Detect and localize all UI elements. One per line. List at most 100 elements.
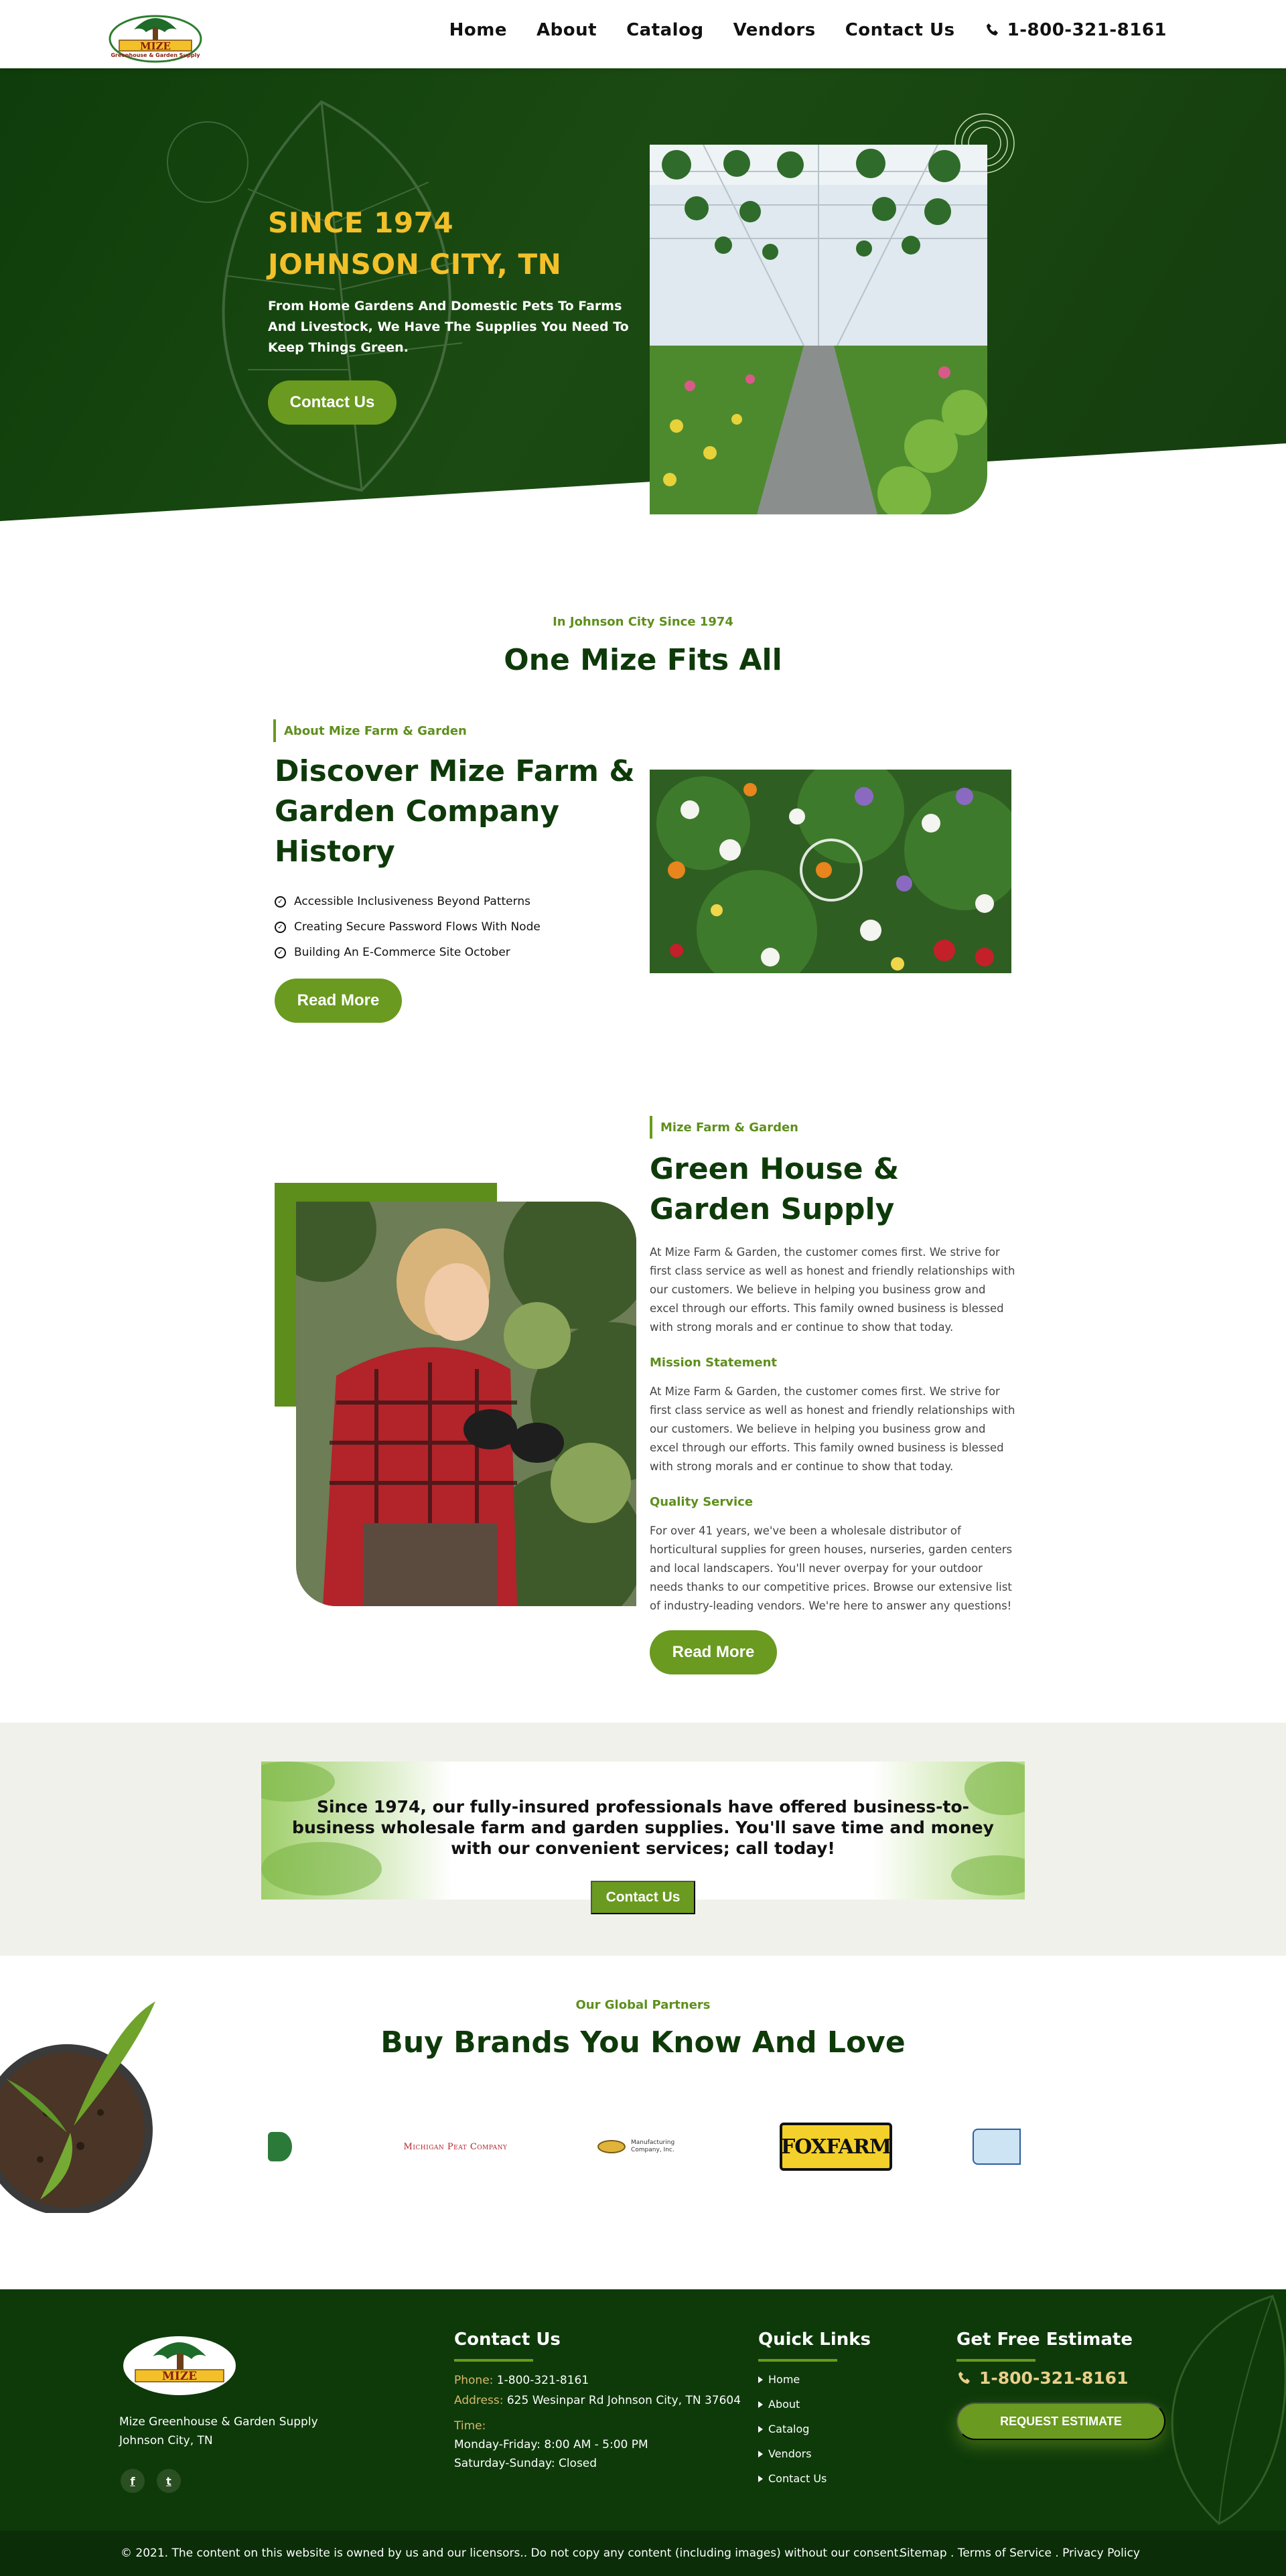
phone-icon bbox=[986, 23, 998, 35]
hero-line-2: JOHNSON CITY, TN bbox=[268, 248, 562, 281]
play-video-icon[interactable] bbox=[800, 839, 863, 902]
time-label: Time: bbox=[454, 2419, 486, 2433]
footer-quick-links: Home About Catalog Vendors Contact Us bbox=[758, 2367, 827, 2491]
legal-links[interactable]: Sitemap . Terms of Service . Privacy Pol… bbox=[900, 2547, 1140, 2560]
header-phone: 1-800-321-8161 bbox=[1007, 20, 1167, 40]
cta-banner: Since 1974, our fully-insured profession… bbox=[261, 1762, 1025, 1900]
greenhouse-title: Green House & Garden Supply bbox=[650, 1152, 900, 1226]
nav-phone-link[interactable]: 1-800-321-8161 bbox=[985, 20, 1167, 40]
phone-icon bbox=[958, 2371, 970, 2384]
link-text: Home bbox=[768, 2373, 800, 2386]
footer-link-about[interactable]: About bbox=[758, 2392, 827, 2417]
about-section-heading: One Mize Fits All bbox=[504, 643, 782, 677]
hero-contact-button[interactable]: Contact Us bbox=[268, 380, 397, 425]
greenhouse-paragraph-1: At Mize Farm & Garden, the customer come… bbox=[650, 1246, 1015, 1334]
link-text: Vendors bbox=[768, 2447, 812, 2460]
bullet-text: Building An E-Commerce Site October bbox=[294, 946, 510, 959]
list-item: ✓ Creating Secure Password Flows With Nod… bbox=[275, 914, 541, 940]
footer-address-line: Address: 625 Wesinpar Rd Johnson City, T… bbox=[454, 2394, 741, 2407]
nav-home[interactable]: Home bbox=[449, 20, 507, 40]
list-item: ✓ Building An E-Commerce Site October bbox=[275, 940, 541, 965]
quality-service-label: Quality Service bbox=[650, 1495, 754, 1509]
address-label: Address: bbox=[454, 2394, 504, 2407]
footer-city: Johnson City, TN bbox=[119, 2434, 213, 2447]
phone-label: Phone: bbox=[454, 2374, 494, 2387]
about-subheading: In Johnson City Since 1974 bbox=[553, 615, 733, 629]
footer-link-vendors[interactable]: Vendors bbox=[758, 2441, 827, 2466]
about-title: Discover Mize Farm & Garden Company Hist… bbox=[275, 754, 635, 869]
site-header: MIZE Greenhouse & Garden Supply Home Abo… bbox=[0, 0, 1286, 68]
footer-contact-title: Contact Us bbox=[454, 2330, 561, 2362]
link-text: Catalog bbox=[768, 2423, 810, 2435]
brand-logo-partial-right bbox=[973, 2117, 1021, 2177]
footer-link-home[interactable]: Home bbox=[758, 2367, 827, 2392]
greenhouse-read-more-button[interactable]: Read More bbox=[650, 1630, 777, 1674]
about-tag: About Mize Farm & Garden bbox=[273, 719, 467, 742]
copyright-text: © 2021. The content on this website is o… bbox=[121, 2547, 902, 2560]
footer-bottom-bar: © 2021. The content on this website is o… bbox=[0, 2530, 1286, 2576]
footer-phone[interactable]: 1-800-321-8161 bbox=[497, 2374, 589, 2387]
nav-about[interactable]: About bbox=[537, 20, 597, 40]
twitter-icon[interactable]: t bbox=[157, 2469, 181, 2493]
about-bullet-list: ✓ Accessible Inclusiveness Beyond Pattern… bbox=[275, 889, 541, 965]
footer-phone-line: Phone: 1-800-321-8161 bbox=[454, 2374, 589, 2387]
brand-name: FOXFARM bbox=[780, 2135, 891, 2159]
greenhouse-paragraph-2: At Mize Farm & Garden, the customer come… bbox=[650, 1385, 1015, 1473]
site-logo[interactable]: MIZE Greenhouse & Garden Supply bbox=[107, 7, 204, 64]
nav-contact[interactable]: Contact Us bbox=[845, 20, 955, 40]
flowers-video-thumbnail[interactable] bbox=[650, 770, 1011, 973]
bullet-text: Creating Secure Password Flows With Node bbox=[294, 920, 541, 934]
about-read-more-button[interactable]: Read More bbox=[275, 979, 402, 1023]
check-circle-icon: ✓ bbox=[275, 896, 286, 908]
brand-logo-manufacturing-co[interactable]: Manufacturing Company, Inc. bbox=[596, 2117, 697, 2177]
mission-statement-label: Mission Statement bbox=[650, 1356, 778, 1370]
greenhouse-paragraph-3: For over 41 years, we've been a wholesal… bbox=[650, 1524, 1013, 1612]
request-estimate-button[interactable]: REQUEST ESTIMATE bbox=[956, 2403, 1165, 2440]
nav-vendors[interactable]: Vendors bbox=[733, 20, 816, 40]
brand-logo-foxfarm[interactable]: FOXFARM bbox=[777, 2117, 895, 2177]
hero-heading: SINCE 1974 JOHNSON CITY, TN bbox=[268, 202, 561, 285]
link-text: Contact Us bbox=[768, 2472, 827, 2485]
bullet-text: Accessible Inclusiveness Beyond Patterns bbox=[294, 895, 530, 908]
hero-line-1: SINCE 1974 bbox=[268, 206, 454, 239]
footer-logo-text: MIZE bbox=[161, 2370, 198, 2383]
facebook-icon[interactable]: f bbox=[121, 2469, 145, 2493]
greenhouse-photo bbox=[650, 145, 987, 514]
greenhouse-tag: Mize Farm & Garden bbox=[650, 1116, 798, 1139]
about-tag-label: About Mize Farm & Garden bbox=[284, 723, 467, 738]
nav-catalog[interactable]: Catalog bbox=[626, 20, 704, 40]
partners-heading: Buy Brands You Know And Love bbox=[380, 2025, 906, 2060]
list-item: ✓ Accessible Inclusiveness Beyond Pattern… bbox=[275, 889, 541, 914]
footer-hours-weekend: Saturday-Sunday: Closed bbox=[454, 2457, 597, 2470]
brand-logo-partial-left bbox=[268, 2117, 292, 2177]
brand-name: Michigan Peat Company bbox=[403, 2141, 508, 2152]
footer-time-label: Time: bbox=[454, 2419, 486, 2433]
hero-text: From Home Gardens And Domestic Pets To F… bbox=[268, 299, 629, 355]
check-circle-icon: ✓ bbox=[275, 946, 286, 958]
check-circle-icon: ✓ bbox=[275, 921, 286, 933]
footer-quick-links-title: Quick Links bbox=[758, 2330, 871, 2362]
greenhouse-tag-label: Mize Farm & Garden bbox=[660, 1120, 798, 1135]
footer-company-name: Mize Greenhouse & Garden Supply bbox=[119, 2415, 318, 2429]
hero-section: SINCE 1974 JOHNSON CITY, TN From Home Ga… bbox=[0, 68, 1286, 524]
footer-address: 625 Wesinpar Rd Johnson City, TN 37604 bbox=[506, 2394, 741, 2407]
estimate-phone: 1-800-321-8161 bbox=[979, 2368, 1129, 2388]
brand-name: Manufacturing Company, Inc. bbox=[631, 2139, 675, 2153]
footer-estimate-title: Get Free Estimate bbox=[956, 2330, 1133, 2362]
link-text: About bbox=[768, 2398, 800, 2411]
cta-contact-button[interactable]: Contact Us bbox=[591, 1881, 695, 1914]
logo-subtext: Greenhouse & Garden Supply bbox=[111, 52, 200, 58]
footer-hours-weekday: Monday-Friday: 8:00 AM - 5:00 PM bbox=[454, 2438, 648, 2451]
main-nav: Home About Catalog Vendors Contact Us 1-… bbox=[449, 20, 1167, 40]
cta-text: Since 1974, our fully-insured profession… bbox=[292, 1797, 994, 1858]
estimate-phone-link[interactable]: 1-800-321-8161 bbox=[956, 2368, 1128, 2388]
logo-text: MIZE bbox=[139, 40, 171, 52]
partners-subheading: Our Global Partners bbox=[575, 1998, 711, 2012]
brand-logo-michigan-peat[interactable]: Michigan Peat Company bbox=[395, 2117, 516, 2177]
hero-background bbox=[0, 68, 1286, 521]
footer-link-contact[interactable]: Contact Us bbox=[758, 2466, 827, 2491]
footer-logo[interactable]: MIZE bbox=[119, 2327, 240, 2398]
gardener-woman-photo bbox=[296, 1202, 636, 1606]
brand-logo-carousel[interactable]: Michigan Peat Company Manufacturing Comp… bbox=[268, 2117, 1021, 2177]
footer-link-catalog[interactable]: Catalog bbox=[758, 2417, 827, 2441]
